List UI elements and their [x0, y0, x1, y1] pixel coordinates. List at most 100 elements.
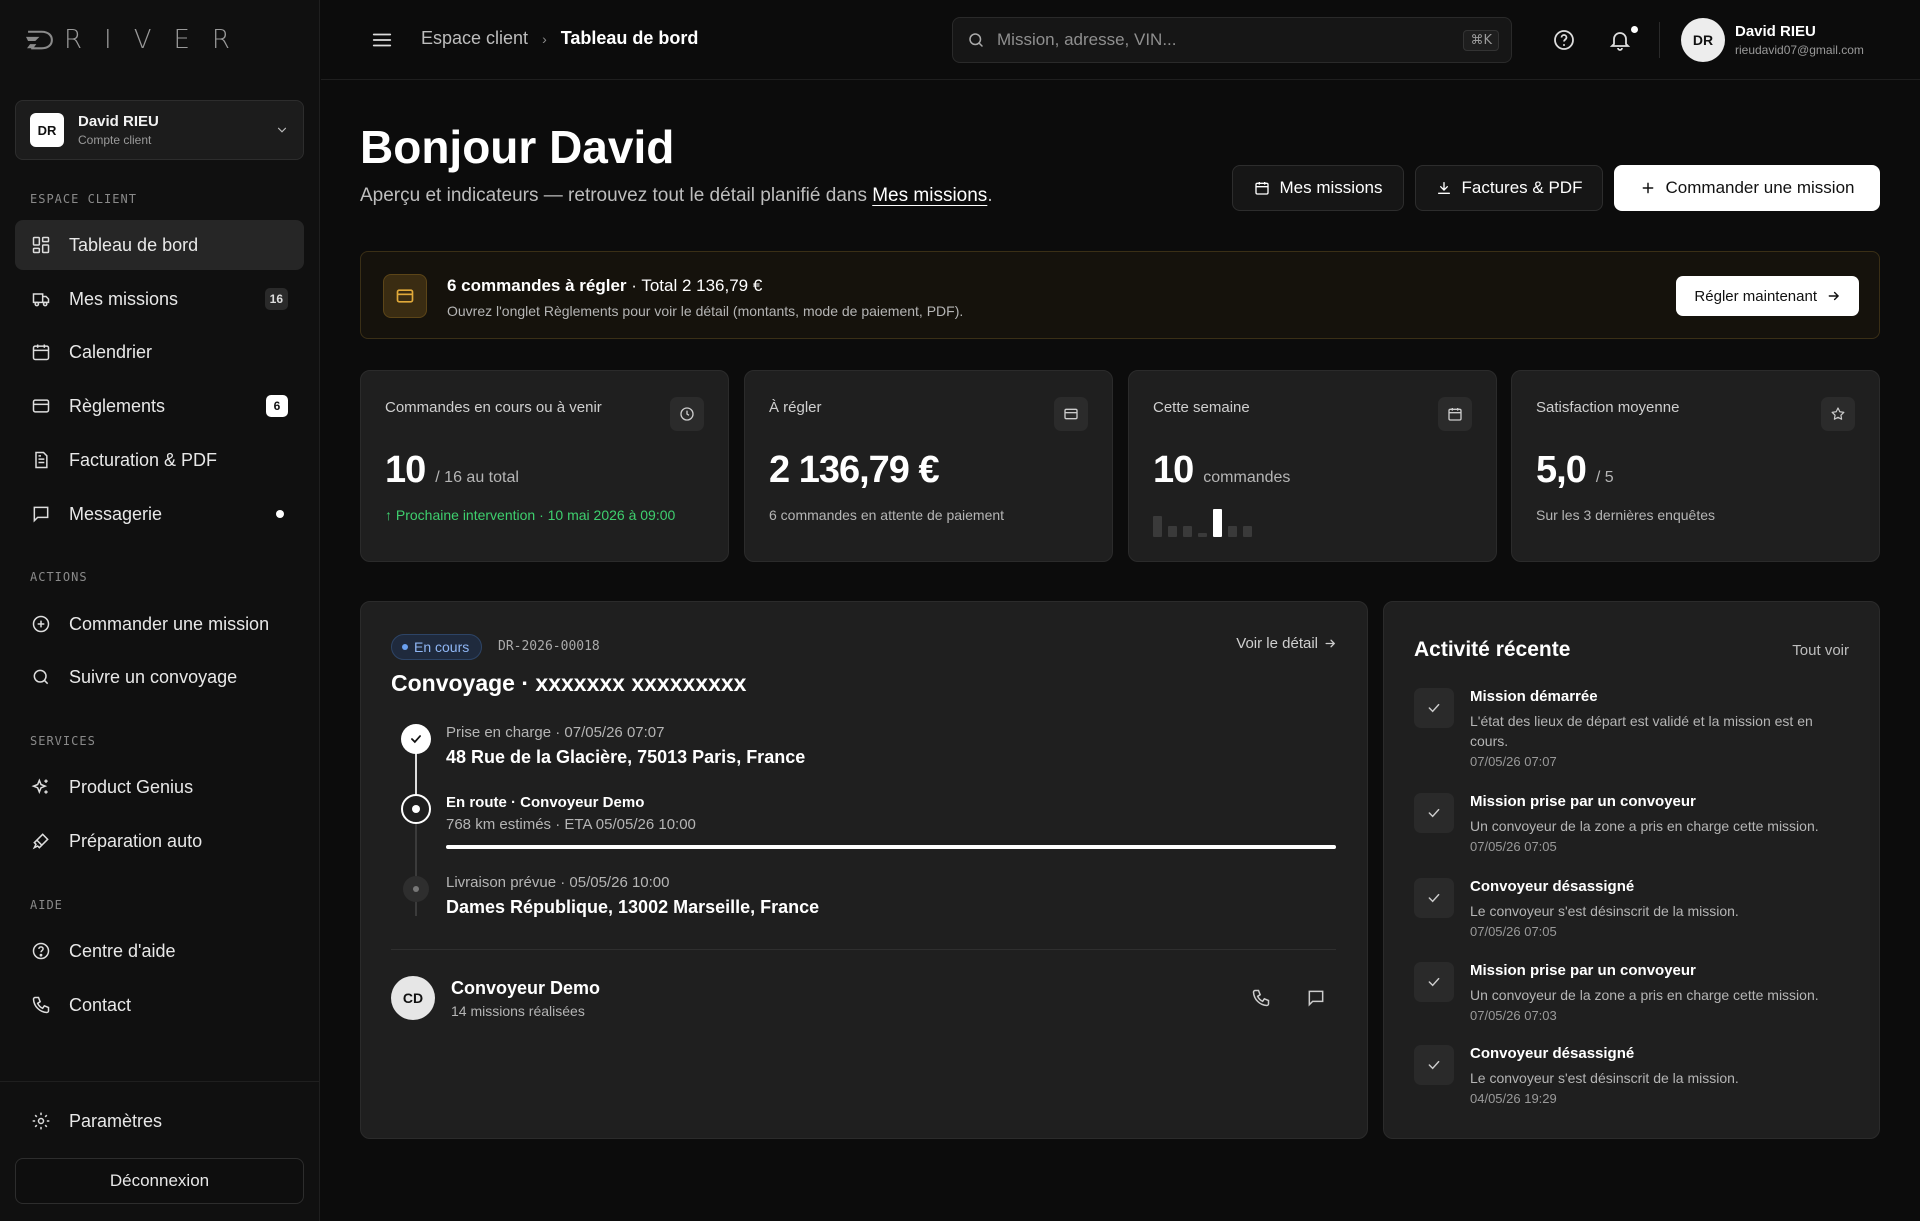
sidebar-item-car-prep[interactable]: Préparation auto — [15, 816, 304, 866]
activity-name: Mission démarrée — [1470, 688, 1598, 705]
brush-icon — [31, 831, 51, 851]
pending-dot — [413, 886, 419, 892]
sidebar-item-label: Mes missions — [69, 288, 179, 309]
timeline-node-delivery — [403, 876, 429, 902]
sidebar-item-track[interactable]: Suivre un convoyage — [15, 652, 304, 702]
recent-activity-card: Activité récente Tout voir Mission démar… — [1383, 601, 1880, 1139]
route-separator: · — [551, 816, 565, 833]
check-icon — [1414, 962, 1454, 1002]
sidebar-item-order-mission[interactable]: Commander une mission — [15, 599, 304, 649]
logout-button[interactable]: Déconnexion — [15, 1158, 304, 1204]
sidebar-item-help-center[interactable]: Centre d'aide — [15, 926, 304, 976]
my-missions-button[interactable]: Mes missions — [1232, 165, 1404, 211]
help-icon[interactable] — [1552, 28, 1576, 52]
search-bar[interactable]: ⌘K — [952, 17, 1512, 63]
week-bar — [1243, 525, 1252, 537]
account-switcher[interactable]: DR David RIEU Compte client — [15, 100, 304, 160]
sidebar-item-payments[interactable]: Règlements 6 — [15, 381, 304, 431]
stat-card-to-pay[interactable]: À régler 2 136,79 € 6 commandes en atten… — [744, 370, 1113, 562]
logo-letter: E — [173, 25, 196, 55]
logo-letter: V — [133, 25, 158, 55]
logo-letter: I — [104, 25, 118, 55]
current-mission-card: En cours DR-2026-00018 Voir le détail Co… — [360, 601, 1368, 1139]
current-dot — [412, 805, 420, 813]
sidebar-item-messaging[interactable]: Messagerie — [15, 489, 304, 539]
week-bar — [1198, 533, 1207, 537]
activity-time: 07/05/26 07:05 — [1470, 839, 1557, 854]
see-all-link[interactable]: Tout voir — [1792, 642, 1849, 659]
pay-now-button[interactable]: Régler maintenant — [1676, 276, 1859, 316]
link-label: Voir le détail — [1236, 635, 1318, 652]
page-title: Bonjour David — [360, 121, 675, 173]
stat-card-week[interactable]: Cette semaine 10 commandes — [1128, 370, 1497, 562]
driver-missions-count: 14 missions réalisées — [451, 1003, 585, 1019]
delivery-address: Dames République, 13002 Marseille, Franc… — [446, 897, 820, 917]
sidebar-item-dashboard[interactable]: Tableau de bord — [15, 220, 304, 270]
route-label-text: En route · Convoyeur Demo — [446, 794, 645, 811]
gear-icon — [31, 1111, 51, 1131]
stat-card-orders[interactable]: Commandes en cours ou à venir 10 / 16 au … — [360, 370, 729, 562]
sidebar-item-label: Calendrier — [69, 341, 153, 362]
sparkle-icon — [31, 777, 51, 797]
arrow-right-icon — [1325, 639, 1336, 648]
breadcrumb-root[interactable]: Espace client — [421, 28, 528, 49]
menu-icon[interactable] — [371, 29, 393, 51]
help-icon — [31, 941, 51, 961]
driver-logo[interactable]: R I V E R — [26, 18, 236, 62]
stat-label: Commandes en cours ou à venir — [385, 399, 602, 416]
account-role: Compte client — [78, 133, 152, 147]
missions-link[interactable]: Mes missions — [872, 185, 987, 206]
stat-footer: 6 commandes en attente de paiement — [769, 507, 1005, 523]
phone-icon — [31, 995, 51, 1015]
sidebar-item-contact[interactable]: Contact — [15, 980, 304, 1030]
mission-reference: DR-2026-00018 — [498, 639, 600, 654]
section-title-services: SERVICES — [30, 734, 96, 748]
timeline-node-route — [401, 794, 431, 824]
status-dot — [402, 644, 408, 650]
call-driver-button[interactable] — [1247, 984, 1275, 1012]
calendar-icon — [1254, 182, 1269, 195]
week-bar — [1153, 516, 1162, 537]
sidebar-item-label: Préparation auto — [69, 830, 203, 851]
sidebar-item-label: Contact — [69, 994, 132, 1015]
view-detail-link[interactable]: Voir le détail — [1236, 635, 1337, 652]
logo-letter: R — [63, 25, 89, 55]
sidebar: R I V E R DR David RIEU Compte client E S… — [0, 0, 320, 1221]
phone-icon — [1252, 989, 1270, 1007]
document-icon — [31, 450, 51, 470]
header-divider — [1659, 22, 1660, 58]
message-driver-button[interactable] — [1302, 984, 1330, 1012]
search-icon — [969, 33, 983, 47]
check-icon — [1414, 688, 1454, 728]
activity-description: Un convoyeur de la zone a pris en charge… — [1470, 987, 1819, 1003]
activity-name: Convoyeur désassigné — [1470, 878, 1635, 895]
alert-title-rest: · Total 2 136,79 € — [626, 276, 763, 295]
sidebar-item-calendar[interactable]: Calendrier — [15, 327, 304, 377]
search-shortcut-hint: ⌘K — [1463, 29, 1499, 51]
bell-icon[interactable] — [1608, 28, 1632, 52]
sidebar-item-missions[interactable]: Mes missions 16 — [15, 274, 304, 324]
route-label: En route · Convoyeur Demo — [446, 794, 644, 811]
sidebar-item-product-genius[interactable]: Product Genius — [15, 762, 304, 812]
unread-dot — [276, 510, 284, 518]
sidebar-item-label: Commander une mission — [69, 613, 270, 634]
sidebar-item-invoicing[interactable]: Facturation & PDF — [15, 435, 304, 485]
activity-description: L'état des lieux de départ est validé et… — [1470, 713, 1813, 749]
order-mission-button[interactable]: Commander une mission — [1614, 165, 1880, 211]
stat-card-satisfaction[interactable]: Satisfaction moyenne 5,0 / 5 Sur les 3 de… — [1511, 370, 1880, 562]
breadcrumb-current: Tableau de bord — [560, 28, 699, 48]
sidebar-item-label: Paramètres — [69, 1110, 163, 1131]
sidebar-item-label: Règlements — [69, 395, 166, 416]
plus-circle-icon — [31, 614, 51, 634]
stat-label: À régler — [769, 399, 822, 416]
invoices-button[interactable]: Factures & PDF — [1415, 165, 1603, 211]
chevron-down-icon — [277, 127, 287, 133]
user-menu[interactable]: DR David RIEU rieudavid07@gmail.com — [1681, 18, 1864, 62]
route-eta: ETA 05/05/26 10:00 — [564, 816, 696, 833]
search-input[interactable] — [997, 30, 1464, 50]
stat-value: 2 136,79 € — [769, 449, 940, 491]
activity-description: Le convoyeur s'est désinscrit de la miss… — [1470, 1070, 1739, 1086]
alert-subtitle: Ouvrez l'onglet Règlements pour voir le … — [447, 303, 964, 319]
status-badge: En cours — [391, 634, 483, 660]
sidebar-item-settings[interactable]: Paramètres — [15, 1096, 304, 1146]
